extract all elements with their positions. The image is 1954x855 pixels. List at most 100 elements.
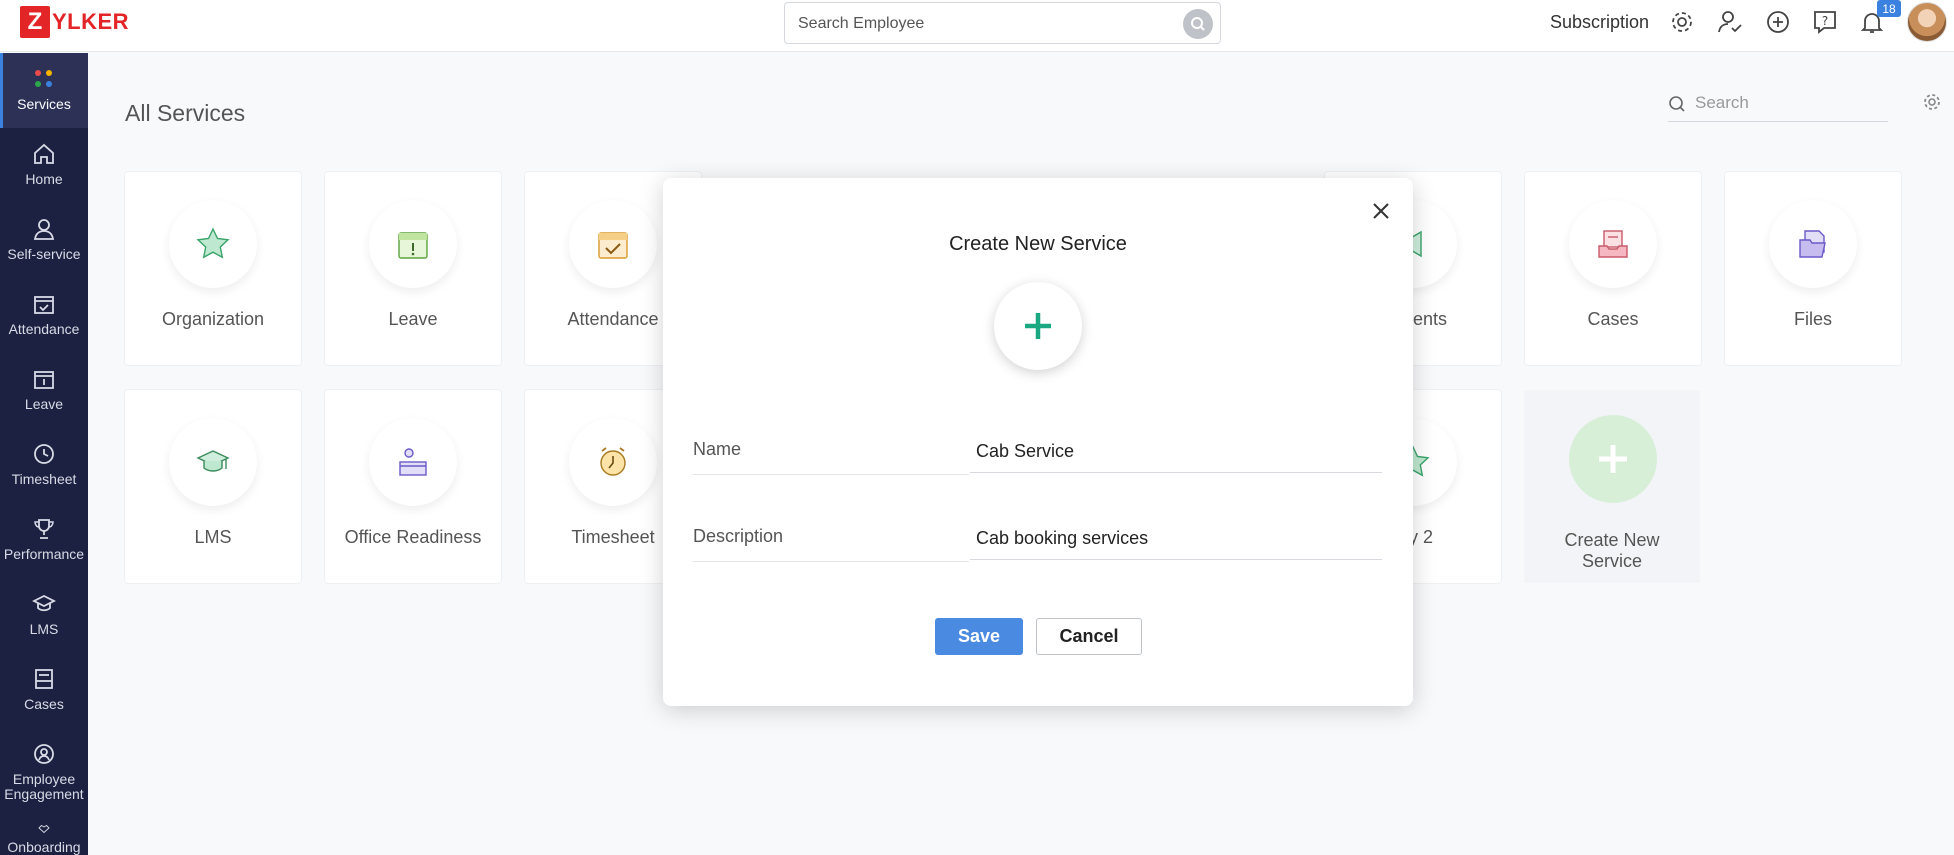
sidebar-item-label: Onboarding — [7, 839, 81, 855]
user-icon — [33, 219, 55, 240]
sidebar-item-label: Timesheet — [11, 471, 77, 487]
star-icon — [196, 227, 230, 259]
sidebar-item-employee-engagement[interactable]: Employee Engagement — [0, 728, 88, 808]
description-label: Description — [693, 526, 784, 546]
sidebar-item-label: Performance — [3, 546, 85, 562]
card-icon-circle — [569, 200, 657, 288]
plus-circle-icon[interactable] — [1764, 8, 1792, 36]
sidebar-item-leave[interactable]: Leave — [0, 353, 88, 428]
notification-badge: 18 — [1877, 0, 1901, 17]
create-plus-circle — [1569, 415, 1657, 503]
files-folder-icon — [1799, 230, 1826, 258]
name-field[interactable]: Cab Service — [970, 431, 1382, 473]
sidebar-item-attendance[interactable]: Attendance — [0, 278, 88, 353]
avatar[interactable] — [1907, 2, 1947, 42]
trophy-icon — [34, 519, 54, 539]
inbox-icon — [35, 669, 53, 689]
card-label: Create New Service — [1564, 530, 1660, 571]
plus-icon — [1599, 445, 1627, 473]
graduation-cap-icon — [32, 594, 56, 612]
cases-tray-icon — [1598, 230, 1628, 258]
zylker-logo[interactable]: Z YLKER — [20, 4, 129, 40]
attendance-calendar-icon — [598, 232, 628, 259]
page-title: All Services — [125, 100, 246, 126]
service-card-files[interactable]: Files — [1725, 172, 1901, 365]
close-icon[interactable] — [1368, 198, 1394, 224]
divider — [693, 561, 969, 562]
sidebar-item-home[interactable]: Home — [0, 128, 88, 203]
card-label: Organization — [161, 309, 265, 329]
calendar-check-icon — [34, 296, 54, 314]
sidebar-item-label: Self-service — [7, 246, 81, 262]
card-icon-circle — [1769, 200, 1857, 288]
sidebar-item-lms[interactable]: LMS — [0, 578, 88, 653]
logo-text: YLKER — [52, 9, 130, 34]
card-label: Files — [1793, 309, 1832, 329]
sidebar-item-onboarding[interactable]: Onboarding — [0, 808, 88, 855]
services-search-placeholder: Search — [1695, 93, 1749, 112]
card-icon-circle — [569, 418, 657, 506]
service-card-leave[interactable]: Leave — [325, 172, 501, 365]
sidebar-item-label: Leave — [24, 396, 64, 412]
services-search-input[interactable]: Search — [1668, 86, 1888, 122]
search-icon — [1669, 96, 1685, 112]
card-icon-circle — [369, 418, 457, 506]
calendar-icon — [34, 371, 54, 389]
subscription-link[interactable]: Subscription — [1550, 12, 1649, 33]
home-icon — [34, 143, 54, 164]
sidebar-item-label: LMS — [29, 621, 59, 637]
service-card-office-readiness[interactable]: Office Readiness — [325, 390, 501, 583]
sidebar-item-label: Services — [17, 96, 71, 112]
sidebar-item-label: Attendance — [8, 321, 80, 337]
card-icon-circle — [369, 200, 457, 288]
name-label: Name — [693, 439, 742, 459]
create-service-dialog: Create New Service Name Cab Service Desc… — [663, 178, 1413, 706]
plus-icon — [1025, 313, 1051, 339]
sidebar-item-cases[interactable]: Cases — [0, 653, 88, 728]
office-desk-icon — [399, 448, 427, 476]
description-field[interactable]: Cab booking services — [970, 518, 1382, 560]
sidebar-item-timesheet[interactable]: Timesheet — [0, 428, 88, 503]
settings-gear-icon[interactable] — [1922, 92, 1942, 117]
save-button[interactable]: Save — [935, 618, 1023, 655]
dialog-title: Create New Service — [949, 233, 1127, 255]
graduation-cap-icon — [196, 450, 230, 472]
sidebar-item-services[interactable]: Services — [0, 53, 88, 128]
cancel-button[interactable]: Cancel — [1036, 618, 1142, 655]
search-icon — [1191, 17, 1205, 31]
service-card-lms[interactable]: LMS — [125, 390, 301, 583]
create-new-service-card[interactable]: Create New Service — [1524, 390, 1700, 583]
svg-text:?: ? — [1822, 14, 1828, 28]
card-label: Office Readiness — [344, 527, 482, 547]
people-circle-icon — [34, 744, 54, 764]
logo-mark: Z — [20, 6, 50, 38]
card-label: Cases — [1587, 309, 1639, 329]
gear-icon[interactable] — [1668, 8, 1696, 36]
sidebar: Services Home Self-service Attendance Le… — [0, 53, 88, 855]
sidebar-item-label: Cases — [24, 696, 64, 712]
user-add-icon[interactable] — [1716, 8, 1744, 36]
leave-calendar-icon — [398, 232, 428, 259]
divider — [693, 474, 969, 475]
card-label: LMS — [194, 527, 232, 547]
grid-dots-icon — [35, 70, 52, 87]
card-icon-circle — [169, 418, 257, 506]
employee-search-placeholder: Search Employee — [798, 15, 925, 32]
top-bar: Z YLKER Search Employee Subscription ? 1… — [0, 0, 1954, 52]
service-card-organization[interactable]: Organization — [125, 172, 301, 365]
alarm-clock-icon — [600, 447, 626, 476]
search-button[interactable] — [1183, 9, 1213, 39]
card-icon-circle — [1569, 200, 1657, 288]
service-icon-picker[interactable] — [994, 282, 1082, 370]
sidebar-item-performance[interactable]: Performance — [0, 503, 88, 578]
employee-search-input[interactable]: Search Employee — [784, 2, 1221, 44]
card-label: Leave — [388, 309, 438, 329]
service-card-cases[interactable]: Cases — [1525, 172, 1701, 365]
sidebar-item-self-service[interactable]: Self-service — [0, 203, 88, 278]
help-icon[interactable]: ? — [1811, 8, 1839, 36]
sidebar-item-label: Employee Engagement — [4, 771, 84, 802]
clock-icon — [34, 444, 54, 464]
sidebar-item-label: Home — [25, 171, 63, 187]
card-icon-circle — [169, 200, 257, 288]
handshake-icon — [38, 824, 50, 834]
